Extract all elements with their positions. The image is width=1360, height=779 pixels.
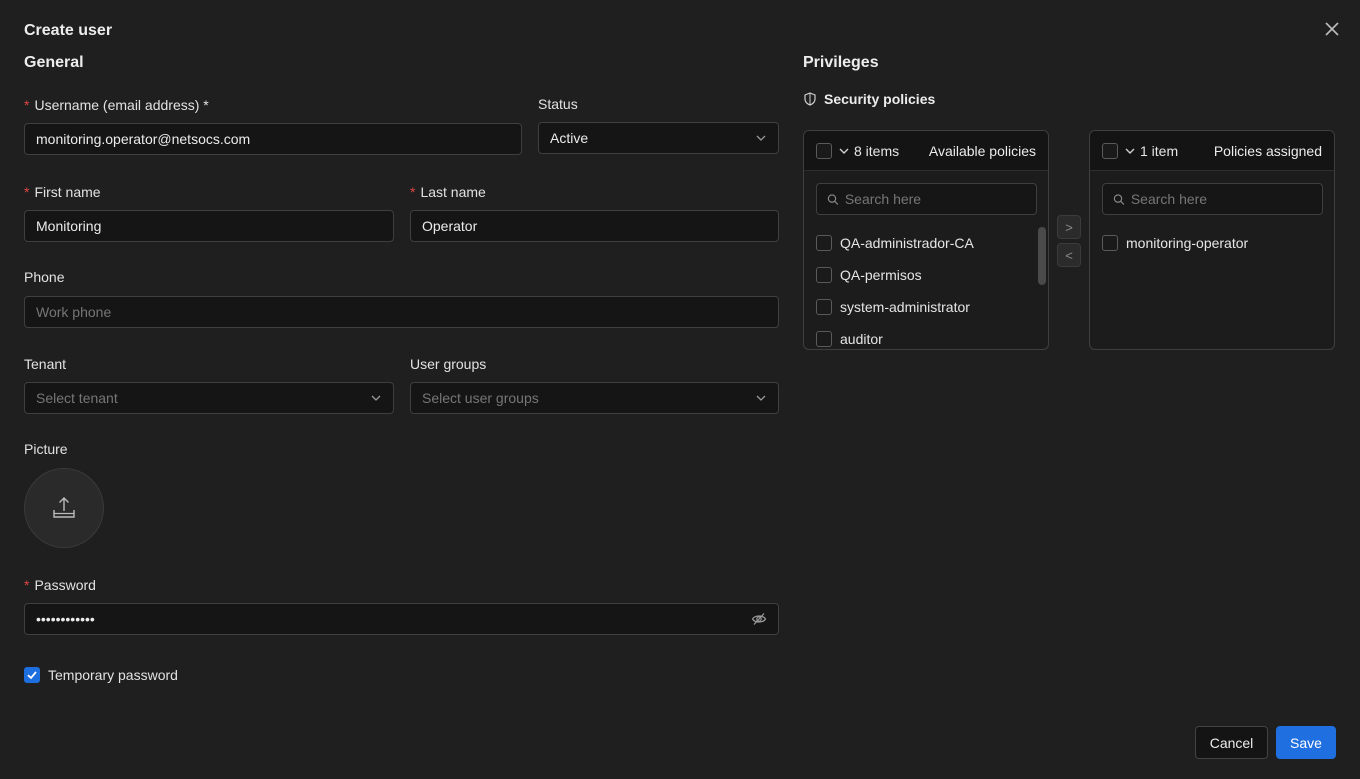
required-marker: *	[410, 184, 416, 200]
security-policies-label: Security policies	[824, 91, 936, 107]
temporary-password-label: Temporary password	[48, 667, 178, 683]
required-marker: *	[24, 577, 30, 593]
create-user-dialog: Create user General * Username (email add…	[0, 0, 1360, 779]
available-count: 8 items	[854, 142, 900, 159]
user-groups-label: User groups	[410, 356, 487, 372]
dialog-title: Create user	[24, 22, 113, 39]
available-list-title: Available policies	[928, 142, 1036, 159]
phone-field[interactable]	[24, 296, 779, 328]
chevron-down-icon	[839, 148, 849, 154]
available-list-header: 8 items Available policies	[804, 131, 1048, 171]
assigned-policies-list: 1 item Policies assigned monitoring-oper…	[1089, 130, 1335, 350]
select-all-assigned-checkbox[interactable]	[1102, 142, 1118, 159]
assigned-search-input[interactable]	[1130, 191, 1312, 207]
chevron-down-icon	[371, 395, 381, 401]
list-item[interactable]: QA-administrador-CA	[816, 235, 974, 251]
status-label: Status	[538, 96, 578, 112]
security-policies-heading: Security policies	[803, 91, 935, 107]
password-value: ••••••••••••	[36, 611, 95, 627]
available-policies-list: 8 items Available policies QA-administra…	[803, 130, 1049, 350]
item-checkbox[interactable]	[816, 267, 832, 283]
status-value: Active	[550, 130, 589, 146]
user-groups-placeholder: Select user groups	[422, 390, 539, 406]
item-checkbox[interactable]	[816, 331, 832, 347]
item-checkbox[interactable]	[816, 299, 832, 315]
first-name-field[interactable]: Monitoring	[24, 210, 394, 242]
password-label: * Password	[24, 577, 96, 593]
list-scrollbar[interactable]	[1038, 227, 1046, 285]
picture-label: Picture	[24, 441, 68, 457]
chevron-down-icon	[1125, 148, 1135, 154]
available-search[interactable]	[816, 183, 1037, 215]
picture-upload-button[interactable]	[24, 468, 104, 548]
select-all-available-checkbox[interactable]	[816, 142, 832, 159]
move-right-button[interactable]: >	[1057, 215, 1081, 239]
search-icon	[827, 193, 839, 205]
chevron-down-icon	[756, 135, 766, 141]
save-button[interactable]: Save	[1276, 726, 1336, 759]
available-count-dropdown[interactable]: 8 items	[838, 143, 899, 159]
last-name-field[interactable]: Operator	[410, 210, 779, 242]
upload-icon	[53, 497, 75, 518]
assigned-count: 1 item	[1140, 142, 1179, 159]
temporary-password-checkbox[interactable]	[24, 667, 40, 683]
required-marker: *	[24, 97, 30, 113]
tenant-label: Tenant	[24, 356, 67, 372]
item-checkbox[interactable]	[1102, 235, 1118, 251]
list-item[interactable]: QA-permisos	[816, 267, 922, 283]
chevron-down-icon	[756, 395, 766, 401]
required-marker: *	[24, 184, 30, 200]
eye-invisible-icon[interactable]	[751, 611, 767, 627]
list-item-label: auditor	[840, 331, 883, 347]
password-field[interactable]: ••••••••••••	[24, 603, 779, 635]
list-item-label: monitoring-operator	[1126, 235, 1249, 251]
first-name-value: Monitoring	[36, 218, 102, 234]
list-item[interactable]: auditor	[816, 331, 883, 347]
last-name-value: Operator	[422, 218, 478, 234]
move-left-button[interactable]: <	[1057, 243, 1081, 267]
assigned-list-title: Policies assigned	[1213, 142, 1322, 159]
privileges-heading: Privileges	[803, 54, 879, 71]
list-item-label: QA-administrador-CA	[840, 235, 974, 251]
username-value: monitoring.operator@netsocs.com	[36, 131, 251, 147]
user-groups-select[interactable]: Select user groups	[410, 382, 779, 414]
search-icon	[1113, 193, 1125, 205]
first-name-label: * First name	[24, 184, 101, 200]
list-item[interactable]: system-administrator	[816, 299, 970, 315]
phone-input[interactable]	[36, 304, 767, 320]
list-item[interactable]: monitoring-operator	[1102, 235, 1248, 251]
close-icon[interactable]	[1322, 19, 1342, 39]
shield-icon	[804, 92, 816, 106]
last-name-label: * Last name	[410, 184, 486, 200]
cancel-button[interactable]: Cancel	[1195, 726, 1268, 759]
tenant-placeholder: Select tenant	[36, 390, 118, 406]
list-item-label: QA-permisos	[840, 267, 922, 283]
item-checkbox[interactable]	[816, 235, 832, 251]
assigned-count-dropdown[interactable]: 1 item	[1124, 143, 1178, 159]
status-select[interactable]: Active	[538, 122, 779, 154]
assigned-search[interactable]	[1102, 183, 1323, 215]
username-field[interactable]: monitoring.operator@netsocs.com	[24, 123, 522, 155]
assigned-list-header: 1 item Policies assigned	[1090, 131, 1334, 171]
list-item-label: system-administrator	[840, 299, 970, 315]
tenant-select[interactable]: Select tenant	[24, 382, 394, 414]
username-label: * Username (email address) *	[24, 97, 209, 113]
checkmark-icon	[27, 671, 37, 680]
available-search-input[interactable]	[844, 191, 1026, 207]
phone-label: Phone	[24, 269, 65, 285]
general-heading: General	[24, 54, 84, 71]
